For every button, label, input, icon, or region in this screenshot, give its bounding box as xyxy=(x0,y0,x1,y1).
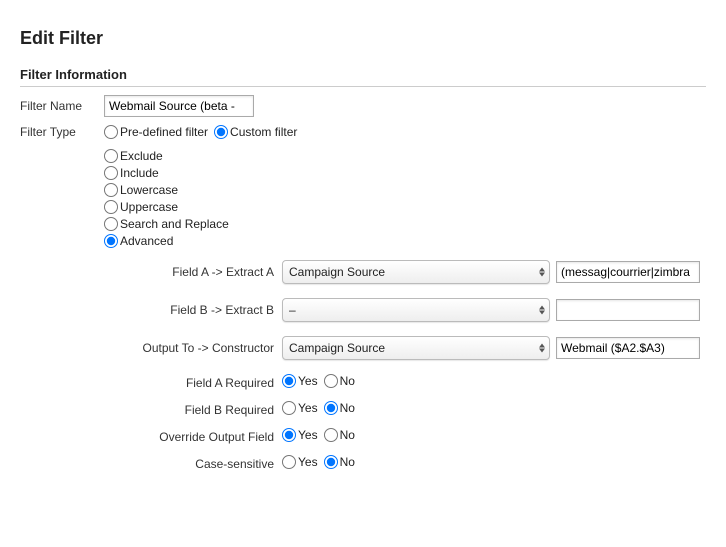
page-title: Edit Filter xyxy=(20,28,706,49)
case-yes[interactable]: Yes xyxy=(282,455,318,469)
field-b-required-row: Field B Required Yes No xyxy=(104,401,706,418)
field-b-required-no[interactable]: No xyxy=(324,401,355,415)
field-b-input[interactable] xyxy=(556,299,700,321)
yes-label: Yes xyxy=(298,374,318,388)
radio-fb-no[interactable] xyxy=(324,401,338,415)
radio-ovr-no[interactable] xyxy=(324,428,338,442)
option-advanced[interactable]: Advanced xyxy=(104,234,702,248)
field-a-input[interactable] xyxy=(556,261,700,283)
option-include-label: Include xyxy=(120,166,159,180)
yes-label: Yes xyxy=(298,428,318,442)
radio-advanced[interactable] xyxy=(104,234,118,248)
updown-icon xyxy=(539,344,545,353)
filter-type-custom[interactable]: Custom filter xyxy=(214,125,297,139)
radio-exclude[interactable] xyxy=(104,149,118,163)
field-a-select-value: Campaign Source xyxy=(289,265,385,279)
filter-type-custom-label: Custom filter xyxy=(230,125,297,139)
option-lowercase-label: Lowercase xyxy=(120,183,178,197)
radio-fa-no[interactable] xyxy=(324,374,338,388)
field-b-required-label: Field B Required xyxy=(104,403,282,417)
section-divider xyxy=(20,86,706,87)
filter-type-label: Filter Type xyxy=(20,125,104,139)
field-b-select[interactable]: – xyxy=(282,298,550,322)
no-label: No xyxy=(340,401,355,415)
field-b-label: Field B -> Extract B xyxy=(104,303,282,317)
filter-name-row: Filter Name xyxy=(20,95,706,117)
custom-options-group: Exclude Include Lowercase Uppercase Sear… xyxy=(104,149,706,472)
field-b-select-value: – xyxy=(289,303,296,317)
case-sensitive-label: Case-sensitive xyxy=(104,457,282,471)
radio-include[interactable] xyxy=(104,166,118,180)
override-yes[interactable]: Yes xyxy=(282,428,318,442)
filter-name-label: Filter Name xyxy=(20,99,104,113)
override-label: Override Output Field xyxy=(104,430,282,444)
option-exclude[interactable]: Exclude xyxy=(104,149,702,163)
option-search-replace-label: Search and Replace xyxy=(120,217,229,231)
radio-fa-yes[interactable] xyxy=(282,374,296,388)
output-label: Output To -> Constructor xyxy=(104,341,282,355)
field-a-required-yes[interactable]: Yes xyxy=(282,374,318,388)
option-include[interactable]: Include xyxy=(104,166,702,180)
field-a-label: Field A -> Extract A xyxy=(104,265,282,279)
no-label: No xyxy=(340,374,355,388)
radio-predefined[interactable] xyxy=(104,125,118,139)
field-a-select[interactable]: Campaign Source xyxy=(282,260,550,284)
output-row: Output To -> Constructor Campaign Source xyxy=(104,336,706,360)
radio-case-yes[interactable] xyxy=(282,455,296,469)
field-a-required-no[interactable]: No xyxy=(324,374,355,388)
filter-name-input[interactable] xyxy=(104,95,254,117)
override-no[interactable]: No xyxy=(324,428,355,442)
option-advanced-label: Advanced xyxy=(120,234,173,248)
case-sensitive-row: Case-sensitive Yes No xyxy=(104,455,706,472)
radio-ovr-yes[interactable] xyxy=(282,428,296,442)
case-no[interactable]: No xyxy=(324,455,355,469)
field-b-row: Field B -> Extract B – xyxy=(104,298,706,322)
radio-case-no[interactable] xyxy=(324,455,338,469)
output-select[interactable]: Campaign Source xyxy=(282,336,550,360)
radio-search-replace[interactable] xyxy=(104,217,118,231)
radio-lowercase[interactable] xyxy=(104,183,118,197)
filter-type-row: Filter Type Pre-defined filter Custom fi… xyxy=(20,125,706,139)
radio-uppercase[interactable] xyxy=(104,200,118,214)
option-lowercase[interactable]: Lowercase xyxy=(104,183,702,197)
filter-type-predefined-label: Pre-defined filter xyxy=(120,125,208,139)
radio-fb-yes[interactable] xyxy=(282,401,296,415)
field-a-row: Field A -> Extract A Campaign Source xyxy=(104,260,706,284)
field-a-required-label: Field A Required xyxy=(104,376,282,390)
option-uppercase-label: Uppercase xyxy=(120,200,178,214)
field-b-required-yes[interactable]: Yes xyxy=(282,401,318,415)
section-title: Filter Information xyxy=(20,67,706,82)
output-input[interactable] xyxy=(556,337,700,359)
option-uppercase[interactable]: Uppercase xyxy=(104,200,702,214)
updown-icon xyxy=(539,306,545,315)
advanced-settings: Field A -> Extract A Campaign Source Fie… xyxy=(104,260,706,472)
override-row: Override Output Field Yes No xyxy=(104,428,706,445)
updown-icon xyxy=(539,268,545,277)
yes-label: Yes xyxy=(298,401,318,415)
field-a-required-row: Field A Required Yes No xyxy=(104,374,706,391)
option-exclude-label: Exclude xyxy=(120,149,163,163)
no-label: No xyxy=(340,455,355,469)
filter-type-predefined[interactable]: Pre-defined filter xyxy=(104,125,208,139)
no-label: No xyxy=(340,428,355,442)
option-search-replace[interactable]: Search and Replace xyxy=(104,217,702,231)
radio-custom[interactable] xyxy=(214,125,228,139)
output-select-value: Campaign Source xyxy=(289,341,385,355)
yes-label: Yes xyxy=(298,455,318,469)
